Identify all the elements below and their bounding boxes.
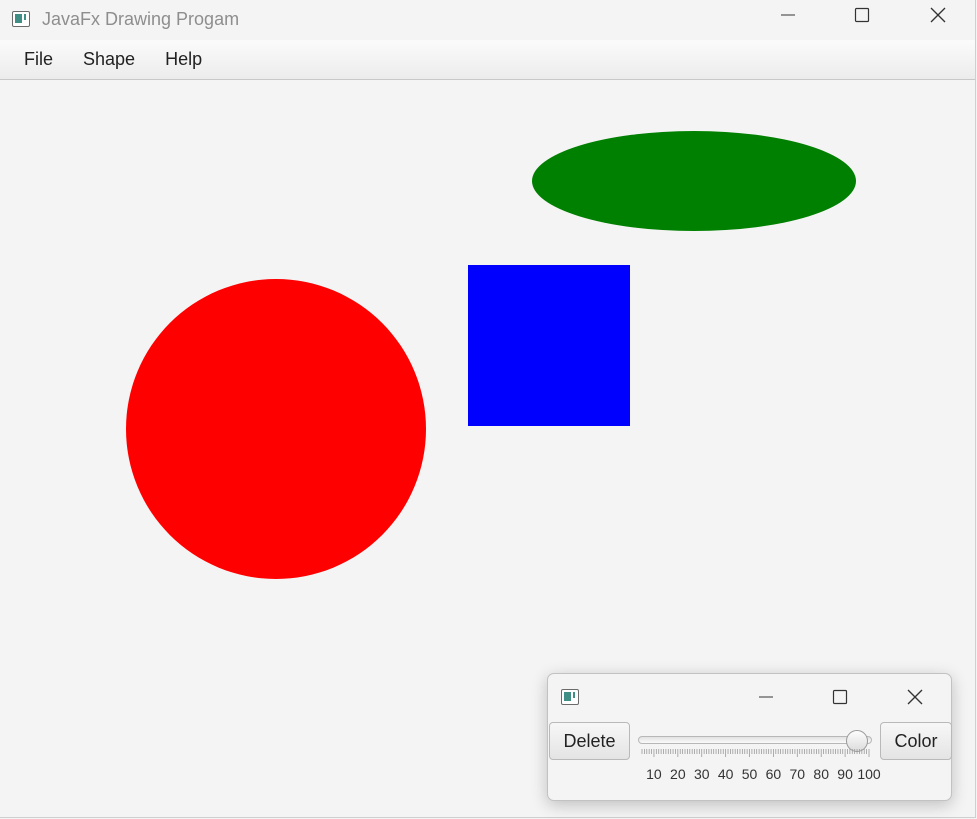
size-slider-track[interactable] xyxy=(638,736,872,744)
menu-shape[interactable]: Shape xyxy=(68,40,150,79)
app-window-icon xyxy=(12,11,30,27)
tick-label: 30 xyxy=(693,766,710,782)
menu-help[interactable]: Help xyxy=(150,40,217,79)
tick-label: 50 xyxy=(741,766,758,782)
maximize-button[interactable] xyxy=(839,0,885,30)
color-button[interactable]: Color xyxy=(880,722,952,760)
menu-bar: File Shape Help xyxy=(0,40,975,80)
window-title: JavaFx Drawing Progam xyxy=(42,8,240,29)
tool-minimize-button[interactable] xyxy=(743,682,789,712)
tick-label: 60 xyxy=(765,766,782,782)
tick-label: 10 xyxy=(646,766,662,782)
tool-titlebar[interactable] xyxy=(548,674,951,718)
minimize-button[interactable] xyxy=(765,0,811,30)
tool-maximize-button[interactable] xyxy=(817,682,863,712)
size-slider-ticks xyxy=(641,749,870,757)
minimize-icon xyxy=(759,696,773,698)
minimize-icon xyxy=(781,14,795,16)
tick-label: 80 xyxy=(813,766,829,782)
tick-label: 70 xyxy=(789,766,806,782)
tick-label: 100 xyxy=(857,766,881,782)
tool-close-button[interactable] xyxy=(892,682,938,712)
app-window-icon xyxy=(561,689,579,705)
tick-label: 20 xyxy=(670,766,686,782)
tool-window: Delete 10 20 30 40 50 60 70 80 90 100 Color xyxy=(547,673,952,801)
menu-file[interactable]: File xyxy=(0,40,68,79)
tick-label: 90 xyxy=(837,766,853,782)
green-ellipse-shape[interactable] xyxy=(532,131,856,231)
close-button[interactable] xyxy=(915,0,961,30)
tick-label: 40 xyxy=(717,766,734,782)
blue-square-shape[interactable] xyxy=(468,265,630,426)
maximize-icon xyxy=(832,689,848,705)
red-circle-shape[interactable] xyxy=(126,279,426,579)
close-icon xyxy=(930,7,946,23)
main-titlebar[interactable]: JavaFx Drawing Progam xyxy=(0,0,975,38)
maximize-icon xyxy=(854,7,870,23)
close-icon xyxy=(907,689,923,705)
delete-button[interactable]: Delete xyxy=(549,722,630,760)
